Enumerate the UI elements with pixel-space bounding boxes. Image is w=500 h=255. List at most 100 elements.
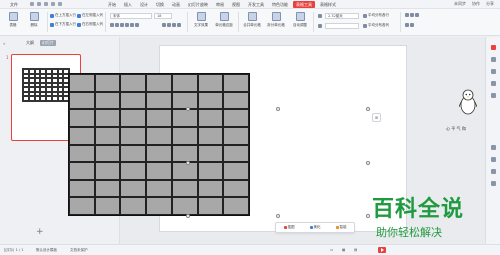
table-cell[interactable] [171,126,198,145]
table-cell[interactable] [223,179,249,198]
table-cell[interactable] [94,91,121,110]
sidebar-help-button[interactable] [488,169,499,174]
table-cell[interactable] [94,126,121,145]
layout-options-icon[interactable]: ⊞ [372,113,381,122]
table-cell[interactable] [197,126,224,145]
save-icon[interactable] [30,2,34,6]
bold-icon[interactable] [110,23,114,27]
send-backward-icon[interactable] [410,13,414,17]
share-button[interactable]: 分享 [486,1,494,7]
rotate-icon[interactable] [410,23,414,27]
table-cell[interactable] [146,197,172,215]
sidebar-select-button[interactable] [488,81,499,86]
table-cell[interactable] [146,162,172,180]
table-cell[interactable] [146,91,172,110]
table-cell[interactable] [197,74,224,92]
delete-button[interactable]: 删除 [23,11,45,28]
distribute-rows-button[interactable]: 平均分布各行 [363,13,389,18]
col-width-field[interactable] [325,23,359,29]
tab-view[interactable]: 视图 [229,1,243,8]
sidebar-object-button[interactable] [488,45,499,50]
collapse-panel-icon[interactable]: « [3,41,5,46]
table-cell[interactable] [171,197,198,215]
resize-handle-b[interactable] [276,214,280,218]
smart-button[interactable]: 智能 [335,225,347,230]
bring-forward-icon[interactable] [405,13,409,17]
font-color-icon[interactable] [130,23,134,27]
slide-table[interactable] [68,73,250,216]
auto-fit-button[interactable]: 自动调整 [289,11,311,28]
table-cell[interactable] [223,126,249,145]
align-left-icon[interactable] [162,23,166,27]
underline-icon[interactable] [120,23,124,27]
tab-slideshow[interactable]: 幻灯片放映 [185,1,211,8]
merge-cells-button[interactable]: 合并单元格 [241,11,263,28]
sidebar-style-button[interactable] [488,57,499,62]
text-effect-button[interactable]: 文字效果 [190,11,212,28]
table-cell[interactable] [94,144,121,163]
table-cell[interactable] [223,144,249,163]
select-pane-icon[interactable] [405,23,409,27]
align-center-icon[interactable] [167,23,171,27]
font-name-select[interactable]: 宋体 [110,13,152,19]
view-sorter-icon[interactable]: ▦ [342,248,345,252]
table-cell[interactable] [223,162,249,180]
theme-name[interactable]: 默认设计模板 [36,248,57,253]
table-cell[interactable] [146,126,172,145]
insert-row-above-button[interactable]: 在上方插入行 [50,13,76,18]
insert-row-below-button[interactable]: 在下方插入行 [50,22,76,27]
table-cell[interactable] [197,144,224,163]
table-cell[interactable] [69,126,95,145]
table-cell[interactable] [69,179,95,198]
table-cell[interactable] [197,162,224,180]
table-cell[interactable] [223,197,249,215]
file-menu[interactable]: 文件 [10,2,18,8]
table-cell[interactable] [69,74,95,92]
distribute-cols-button[interactable]: 平均分布各列 [363,23,389,28]
view-reading-icon[interactable]: ▤ [354,248,357,252]
collaborate-button[interactable]: 协作 [472,1,480,7]
beautify-button[interactable]: 美化 [309,225,321,230]
table-cell[interactable] [69,91,95,110]
resize-handle-tr[interactable] [366,107,370,111]
view-normal-icon[interactable]: ▭ [330,248,333,252]
play-slideshow-button[interactable] [378,247,386,253]
table-cell[interactable] [120,126,147,145]
italic-icon[interactable] [115,23,119,27]
resize-handle-r[interactable] [366,161,370,165]
resize-handle-tl[interactable] [186,107,190,111]
sidebar-animation-button[interactable] [488,69,499,74]
sync-status[interactable]: 未同步 [454,1,466,7]
print-icon[interactable] [37,2,41,6]
resize-handle-l[interactable] [186,161,190,165]
table-cell[interactable] [94,109,121,127]
tab-transitions[interactable]: 切换 [153,1,167,8]
table-cell[interactable] [171,162,198,180]
table-cell[interactable] [120,109,147,127]
justify-icon[interactable] [177,23,181,27]
table-cell[interactable] [197,109,224,127]
table-cell[interactable] [223,91,249,110]
more-icon[interactable] [58,2,62,6]
tab-slides[interactable]: 幻灯片 [40,40,56,46]
tab-features[interactable]: 特色功能 [269,1,291,8]
table-cell[interactable] [69,197,95,215]
cell-margin-button[interactable]: 单元格边距 [213,11,235,28]
table-cell[interactable] [197,179,224,198]
undo-icon[interactable] [44,2,48,6]
table-cell[interactable] [120,91,147,110]
table-cell[interactable] [94,162,121,180]
table-cell[interactable] [94,179,121,198]
split-cells-button[interactable]: 拆分单元格 [265,11,287,28]
table-cell[interactable] [120,74,147,92]
sidebar-backup-button[interactable] [488,145,499,150]
table-cell[interactable] [171,91,198,110]
table-cell[interactable] [171,109,198,127]
table-cell[interactable] [146,144,172,163]
align-objects-icon[interactable] [415,13,419,17]
table-cell[interactable] [223,109,249,127]
table-cell[interactable] [146,179,172,198]
sidebar-settings-button[interactable] [488,181,499,186]
tab-animations[interactable]: 动画 [169,1,183,8]
insert-col-right-button[interactable]: 在右侧插入列 [77,22,103,27]
